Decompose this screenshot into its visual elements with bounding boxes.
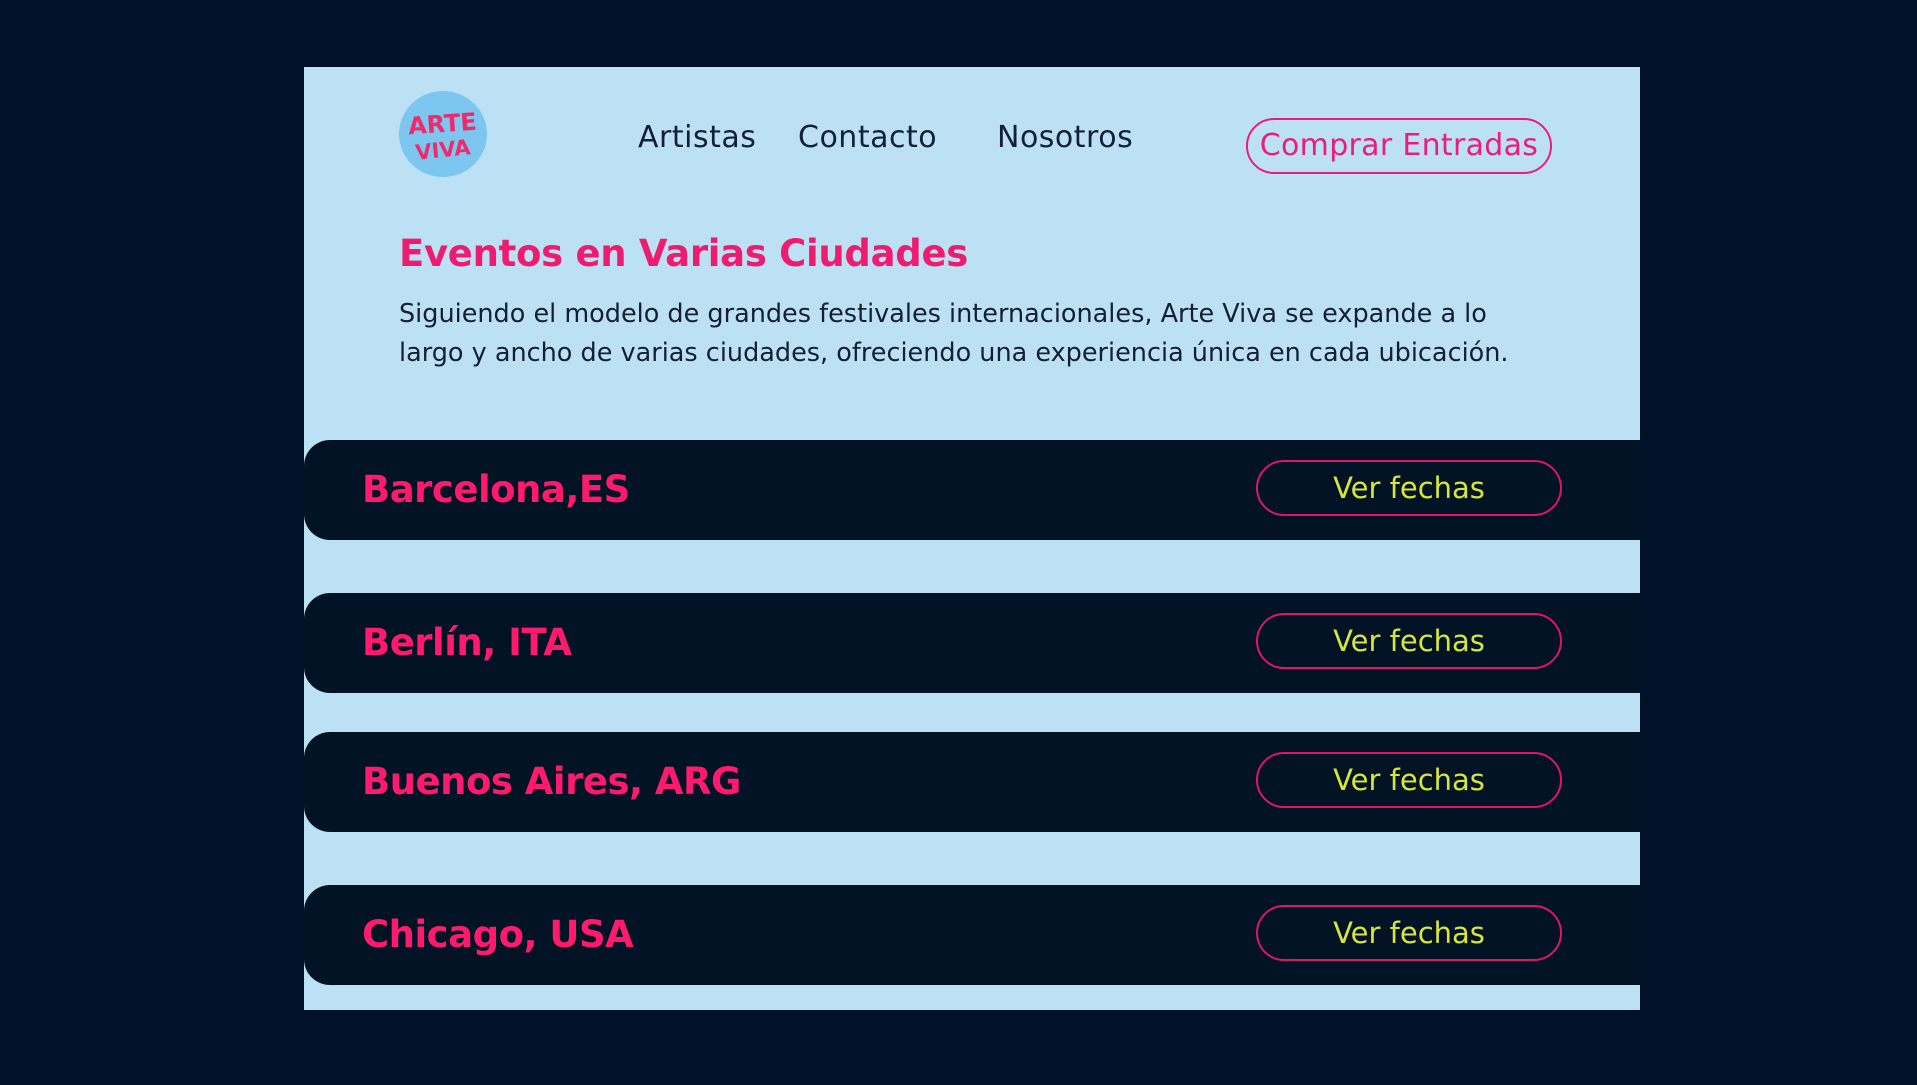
nav-nosotros[interactable]: Nosotros [997,123,1133,153]
view-dates-button[interactable]: Ver fechas [1256,752,1562,808]
arte-viva-logo[interactable]: ARTE VIVA [399,91,487,177]
main-panel: ARTE VIVA Artistas Contacto Nosotros Com… [304,67,1640,1010]
city-name: Berlín, ITA [362,621,572,664]
buy-tickets-button[interactable]: Comprar Entradas [1246,118,1552,174]
city-row-barcelona: Barcelona,ES Ver fechas [304,440,1640,540]
city-name: Barcelona,ES [362,468,630,511]
view-dates-button[interactable]: Ver fechas [1256,460,1562,516]
city-row-buenos-aires: Buenos Aires, ARG Ver fechas [304,732,1640,832]
nav-artistas[interactable]: Artistas [638,123,756,153]
nav-contacto[interactable]: Contacto [798,123,937,153]
view-dates-button[interactable]: Ver fechas [1256,613,1562,669]
logo-icon: ARTE VIVA [400,91,486,177]
section-description: Siguiendo el modelo de grandes festivale… [399,299,1509,368]
city-name: Buenos Aires, ARG [362,760,741,803]
city-row-chicago: Chicago, USA Ver fechas [304,885,1640,985]
view-dates-button[interactable]: Ver fechas [1256,905,1562,961]
city-row-berlin: Berlín, ITA Ver fechas [304,593,1640,693]
city-name: Chicago, USA [362,913,634,956]
section-title: Eventos en Varias Ciudades [399,232,968,275]
